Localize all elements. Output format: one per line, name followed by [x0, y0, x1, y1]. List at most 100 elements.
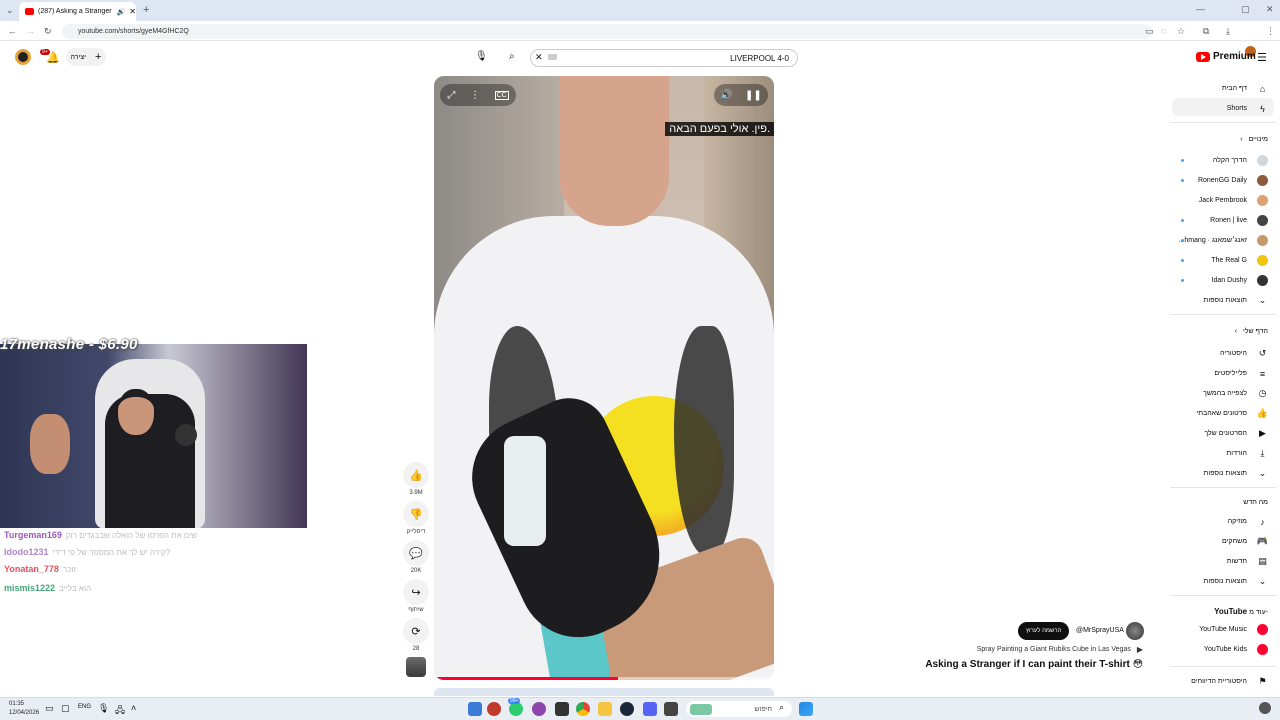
reload-icon[interactable]: ↻ [44, 27, 52, 36]
taskbar-app-terminal-icon[interactable] [664, 702, 678, 716]
sidebar-item-you[interactable]: פלייליסטים ≡ [1214, 368, 1268, 379]
bookmark-star-icon[interactable]: ☆ [1177, 27, 1185, 36]
tab-close-icon[interactable]: ✕ [129, 7, 136, 16]
shorts-video-player[interactable]: ⤢ ⋮ CC 🔊 ❚❚ פין. אולי בפעם הבאה. [434, 76, 774, 680]
sidebar-item-you[interactable]: תוצאות נוספות ⌄ [1204, 468, 1268, 479]
download-icon[interactable]: ⤓ [1226, 27, 1230, 36]
captions-icon[interactable]: CC [494, 90, 509, 100]
youtube-premium-logo[interactable]: Premium [1196, 51, 1256, 62]
video-progress-bar[interactable] [434, 677, 774, 680]
taskbar-app-teams-icon[interactable] [643, 702, 657, 716]
sidebar-item-you[interactable]: הסרטונים שלך ▶ [1204, 428, 1268, 439]
taskbar-app-chrome-icon[interactable] [576, 702, 590, 716]
taskbar-app-files-icon[interactable] [468, 702, 482, 716]
chevron-left-icon: ‹ [1240, 136, 1245, 143]
taskbar-clock[interactable]: 01:35 12/04/2026 [9, 700, 39, 718]
taskbar-app-red-icon[interactable] [487, 702, 501, 716]
search-icon[interactable]: ⌕ [509, 51, 515, 62]
taskbar-app-whatsapp-icon[interactable] [509, 702, 523, 716]
sidebar-subscription[interactable]: The Real G [1211, 255, 1268, 266]
sidebar-subscription[interactable]: הדרך הקלה [1213, 155, 1268, 166]
sidebar-subscription-label: Ronen | live [1210, 217, 1247, 224]
extensions-icon[interactable]: ⧉ [1203, 27, 1209, 36]
network-icon[interactable]: 🖧 [115, 703, 125, 719]
sidebar-item-you[interactable]: סרטונים שאהבתי 👍 [1196, 408, 1268, 419]
browser-tab[interactable]: (287) Asking a Stranger if I 🔊 ✕ [19, 2, 136, 21]
comments-button[interactable]: 💬 [403, 540, 429, 566]
remix-button[interactable]: ⟳ [403, 618, 429, 644]
dislike-button[interactable]: 👎 [403, 501, 429, 527]
sidebar-item-youtube-app[interactable]: YouTube Kids [1204, 644, 1268, 655]
sidebar-item-youtube-app[interactable]: YouTube Music [1199, 624, 1268, 635]
taskbar-app-discord-icon[interactable] [532, 702, 546, 716]
new-tab-icon[interactable]: + [143, 5, 149, 16]
sidebar-item-explore-label: תוצאות נוספות [1203, 578, 1247, 585]
share-button[interactable]: ↪ [403, 579, 429, 605]
tab-audio-icon[interactable]: 🔊 [117, 8, 126, 16]
volume-icon[interactable]: 🔊 [720, 90, 732, 101]
sidebar-item-you[interactable]: היסטוריה ↺ [1220, 348, 1268, 359]
youtube-favicon-icon [25, 8, 34, 15]
sidebar-item-explore[interactable]: תוצאות נוספות ⌄ [1204, 576, 1268, 587]
close-window-icon[interactable]: ✕ [1266, 5, 1274, 14]
taskbar-app-headset-icon[interactable] [555, 702, 569, 716]
you-header[interactable]: ‹ הדף שלי [1235, 328, 1268, 335]
sidebar-subscription[interactable]: Jack Pembrook [1199, 195, 1268, 206]
chat-message: Idodo1231 קירה יש לך את המספר של פי דידי? [4, 547, 170, 557]
sidebar-item-explore[interactable]: משחקים 🎮 [1222, 536, 1268, 547]
create-label: יצירה [70, 53, 86, 61]
eye-off-icon[interactable]: ◌ [1161, 27, 1166, 36]
hamburger-menu-icon[interactable]: ☰ [1257, 51, 1267, 64]
search-input[interactable]: LIVERPOOL 4-0 [530, 49, 798, 67]
sidebar-subscription-label: ...hmang · זאנג׳שמאנג [1178, 237, 1247, 244]
create-button[interactable]: יצירה + [66, 48, 106, 66]
tab-list-icon[interactable]: ⌄ [6, 6, 14, 15]
taskbar-app-steam-icon[interactable] [620, 702, 634, 716]
more-options-icon[interactable]: ⋮ [470, 90, 480, 101]
sidebar-subscription[interactable]: RonenGG Daily [1198, 175, 1268, 186]
sidebar-subscription[interactable]: Ronen | live [1210, 215, 1268, 226]
account-avatar[interactable] [15, 49, 31, 65]
language-indicator[interactable]: ENG [78, 704, 91, 710]
sidebar-item-report-history[interactable]: היסטוריית הדיווחים ⚑ [1191, 676, 1268, 687]
channel-thumbnail[interactable] [406, 657, 426, 677]
channel-avatar[interactable] [1126, 622, 1144, 640]
pause-icon[interactable]: ❚❚ [745, 90, 762, 101]
playlist-link[interactable]: Spray Painting a Giant Rubiks Cube in La… [977, 645, 1143, 654]
windows-start-icon[interactable] [799, 702, 813, 716]
sidebar-subs-more[interactable]: תוצאות נוספות ⌄ [1204, 295, 1268, 306]
sidebar-item-you[interactable]: לצפייה בהמשך ◷ [1203, 388, 1268, 399]
subscribe-button[interactable]: הרשמה לערוץ [1018, 622, 1070, 640]
browser-tab-bar: ⌄ (287) Asking a Stranger if I 🔊 ✕ + — ▢… [0, 0, 1280, 21]
sidebar-subscription[interactable]: Idan Dushy [1212, 275, 1268, 286]
taskbar-app-folder-icon[interactable] [598, 702, 612, 716]
sidebar-item-explore[interactable]: מוזיקה ♪ [1228, 516, 1268, 527]
display-icon[interactable]: ▢ [61, 703, 70, 714]
maximize-icon[interactable]: ▢ [1241, 5, 1250, 14]
sidebar-item-home[interactable]: דף הבית ⌂ [1222, 83, 1268, 94]
copilot-icon[interactable] [1259, 702, 1271, 714]
forward-icon[interactable]: → [26, 27, 35, 36]
desktop-icon[interactable]: ▭ [45, 703, 54, 714]
next-short-preview[interactable] [434, 688, 774, 696]
browser-menu-icon[interactable]: ⋮ [1266, 27, 1275, 36]
microphone [175, 424, 197, 446]
sidebar-item-shorts[interactable]: Shorts ϟ [1227, 103, 1268, 114]
sidebar-item-explore[interactable]: חדשות ▤ [1227, 556, 1268, 567]
minimize-icon[interactable]: — [1196, 5, 1205, 14]
voice-search-icon[interactable]: 🎙 [475, 51, 488, 62]
chat-text: שים את הפרסו של הואלה שבבגדים רוק [65, 531, 198, 540]
back-icon[interactable]: ← [8, 27, 17, 36]
sidebar-item-you[interactable]: הורדות ⤓ [1226, 448, 1268, 459]
channel-handle[interactable]: @MrSprayUSA [1076, 627, 1124, 634]
subscriptions-header[interactable]: ‹ מינויים [1240, 136, 1268, 143]
fullscreen-icon[interactable]: ⤢ [447, 90, 455, 101]
cast-icon[interactable]: ▭ [1145, 27, 1154, 36]
sidebar-subscription[interactable]: ...hmang · זאנג׳שמאנג [1178, 235, 1268, 246]
explore-header[interactable]: מה חדש [1243, 499, 1268, 506]
new-content-dot [1181, 239, 1184, 242]
tray-expand-icon[interactable]: ˄ [131, 703, 136, 713]
like-button[interactable]: 👍 [403, 462, 429, 488]
url-field[interactable]: youtube.com/shorts/gyeM4GfHC2Q [62, 24, 1152, 39]
mic-tray-icon[interactable]: 🎙 [98, 703, 109, 714]
